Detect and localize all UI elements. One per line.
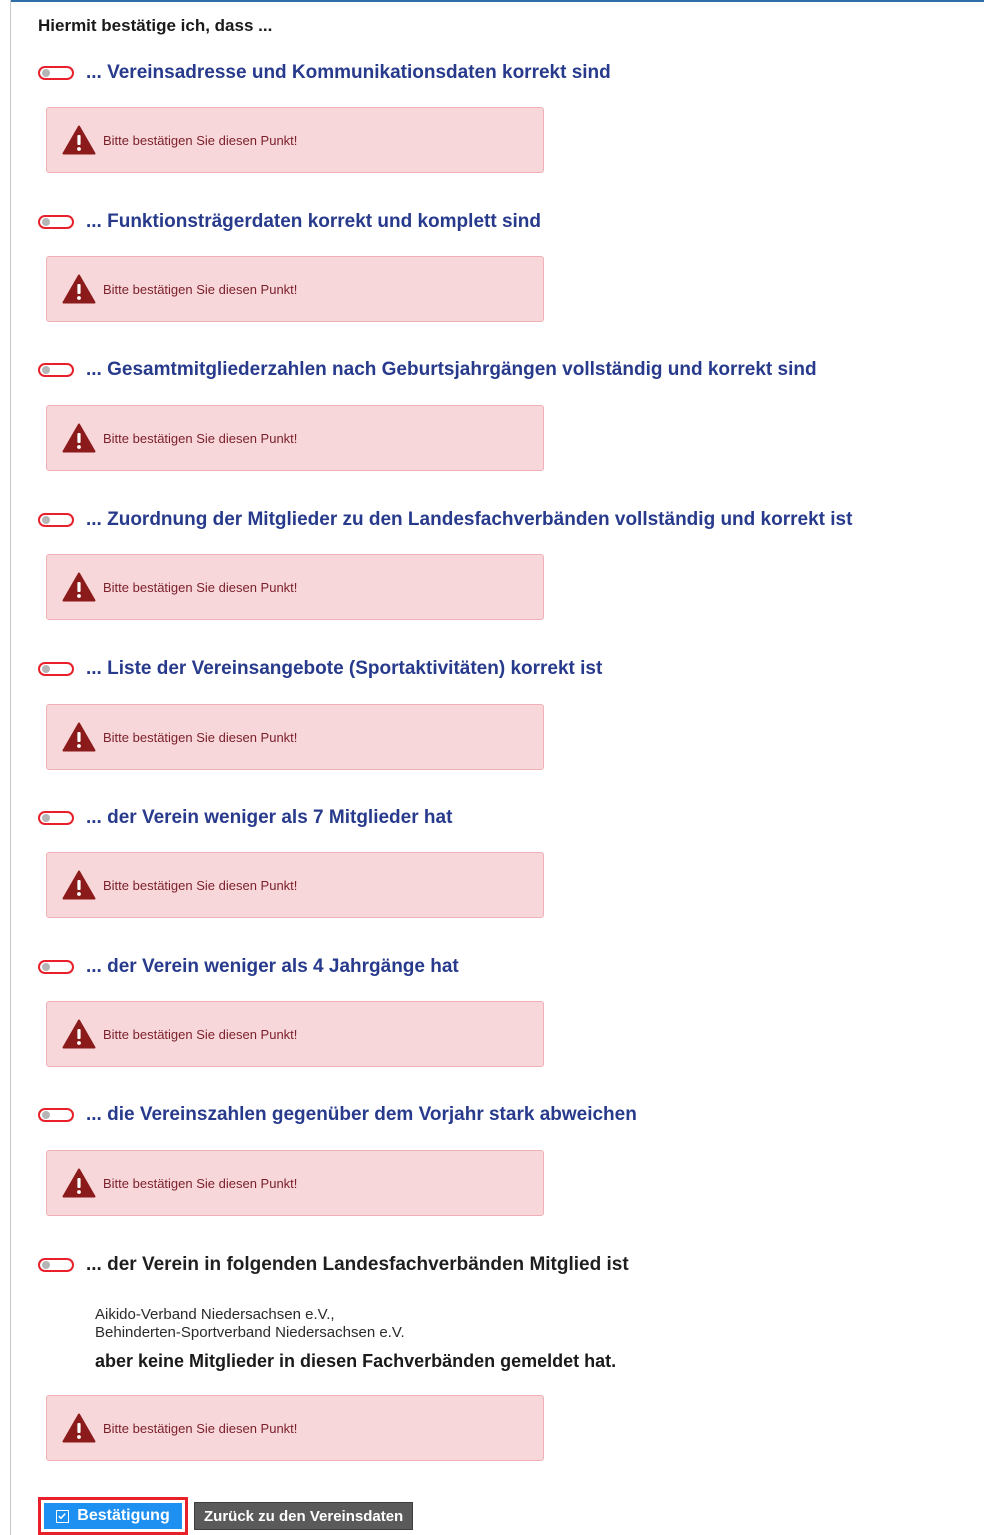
validation-alert: Bitte bestätigen Sie diesen Punkt! <box>46 704 544 770</box>
validation-alert: Bitte bestätigen Sie diesen Punkt! <box>46 1001 544 1067</box>
item-label: ... der Verein weniger als 7 Mitglieder … <box>86 807 453 828</box>
alert-text: Bitte bestätigen Sie diesen Punkt! <box>103 1026 298 1042</box>
confirm-item-deviation[interactable]: ... die Vereinszahlen gegenüber dem Vorj… <box>38 1102 637 1128</box>
federation-list: Aikido-Verband Niedersachsen e.V., Behin… <box>95 1306 405 1342</box>
validation-alert: Bitte bestätigen Sie diesen Punkt! <box>46 1150 544 1216</box>
toggle-knob <box>42 218 50 226</box>
toggle-knob <box>42 665 50 673</box>
toggle-switch[interactable] <box>38 960 74 974</box>
top-border <box>10 0 984 2</box>
alert-text: Bitte bestätigen Sie diesen Punkt! <box>103 729 298 745</box>
alert-text: Bitte bestätigen Sie diesen Punkt! <box>103 1420 298 1436</box>
confirm-item-under-4-years[interactable]: ... der Verein weniger als 4 Jahrgänge h… <box>38 954 459 980</box>
item-label: ... Zuordnung der Mitglieder zu den Land… <box>86 509 853 530</box>
confirm-button[interactable]: Bestätigung <box>44 1503 182 1529</box>
warning-triangle-icon <box>62 870 96 900</box>
federation-note: aber keine Mitglieder in diesen Fachverb… <box>95 1351 617 1371</box>
alert-text: Bitte bestätigen Sie diesen Punkt! <box>103 877 298 893</box>
toggle-knob <box>42 814 50 822</box>
toggle-switch[interactable] <box>38 513 74 527</box>
validation-alert: Bitte bestätigen Sie diesen Punkt! <box>46 405 544 471</box>
toggle-switch[interactable] <box>38 662 74 676</box>
confirm-item-federation-assignment[interactable]: ... Zuordnung der Mitglieder zu den Land… <box>38 507 852 533</box>
item-label: ... Liste der Vereinsangebote (Sportakti… <box>86 658 603 679</box>
warning-triangle-icon <box>62 1168 96 1198</box>
confirm-item-officials[interactable]: ... Funktionsträgerdaten korrekt und kom… <box>38 209 541 235</box>
toggle-switch[interactable] <box>38 66 74 80</box>
validation-alert: Bitte bestätigen Sie diesen Punkt! <box>46 1395 544 1461</box>
confirm-item-sport-offers[interactable]: ... Liste der Vereinsangebote (Sportakti… <box>38 656 602 682</box>
item-label: ... Gesamtmitgliederzahlen nach Geburtsj… <box>86 359 817 380</box>
confirm-item-member-totals[interactable]: ... Gesamtmitgliederzahlen nach Geburtsj… <box>38 357 817 383</box>
left-border <box>10 0 11 1535</box>
confirm-button-label: Bestätigung <box>77 1507 170 1524</box>
toggle-knob <box>42 69 50 77</box>
item-label: ... Funktionsträgerdaten korrekt und kom… <box>86 211 541 232</box>
item-label: ... Vereinsadresse und Kommunikationsdat… <box>86 62 611 83</box>
toggle-switch[interactable] <box>38 215 74 229</box>
warning-triangle-icon <box>62 274 96 304</box>
warning-triangle-icon <box>62 1413 96 1443</box>
validation-alert: Bitte bestätigen Sie diesen Punkt! <box>46 107 544 173</box>
alert-text: Bitte bestätigen Sie diesen Punkt! <box>103 430 298 446</box>
toggle-switch[interactable] <box>38 1258 74 1272</box>
toggle-knob <box>42 1111 50 1119</box>
validation-alert: Bitte bestätigen Sie diesen Punkt! <box>46 256 544 322</box>
validation-alert: Bitte bestätigen Sie diesen Punkt! <box>46 852 544 918</box>
toggle-switch[interactable] <box>38 1108 74 1122</box>
item-label: ... der Verein in folgenden Landesfachve… <box>86 1254 629 1275</box>
back-to-club-data-button[interactable]: Zurück zu den Vereinsdaten <box>194 1502 414 1530</box>
warning-triangle-icon <box>62 125 96 155</box>
alert-text: Bitte bestätigen Sie diesen Punkt! <box>103 1175 298 1191</box>
validation-alert: Bitte bestätigen Sie diesen Punkt! <box>46 554 544 620</box>
alert-text: Bitte bestätigen Sie diesen Punkt! <box>103 132 298 148</box>
confirm-item-address[interactable]: ... Vereinsadresse und Kommunikationsdat… <box>38 60 611 86</box>
toggle-knob <box>42 516 50 524</box>
confirm-button-focus-ring: Bestätigung <box>38 1497 188 1535</box>
federation-name: Aikido-Verband Niedersachsen e.V., <box>95 1306 335 1323</box>
toggle-knob <box>42 963 50 971</box>
alert-text: Bitte bestätigen Sie diesen Punkt! <box>103 281 298 297</box>
federation-name: Behinderten-Sportverband Niedersachsen e… <box>95 1324 405 1341</box>
toggle-switch[interactable] <box>38 363 74 377</box>
item-label: ... die Vereinszahlen gegenüber dem Vorj… <box>86 1104 637 1125</box>
warning-triangle-icon <box>62 423 96 453</box>
toggle-knob <box>42 1261 50 1269</box>
confirm-item-federation-membership[interactable]: ... der Verein in folgenden Landesfachve… <box>38 1252 629 1278</box>
confirm-item-under-7-members[interactable]: ... der Verein weniger als 7 Mitglieder … <box>38 805 452 831</box>
alert-text: Bitte bestätigen Sie diesen Punkt! <box>103 579 298 595</box>
checkbox-checked-icon <box>56 1509 70 1523</box>
warning-triangle-icon <box>62 722 96 752</box>
warning-triangle-icon <box>62 572 96 602</box>
item-label: ... der Verein weniger als 4 Jahrgänge h… <box>86 956 459 977</box>
warning-triangle-icon <box>62 1019 96 1049</box>
toggle-switch[interactable] <box>38 811 74 825</box>
toggle-knob <box>42 366 50 374</box>
intro-text: Hiermit bestätige ich, dass ... <box>38 16 273 35</box>
